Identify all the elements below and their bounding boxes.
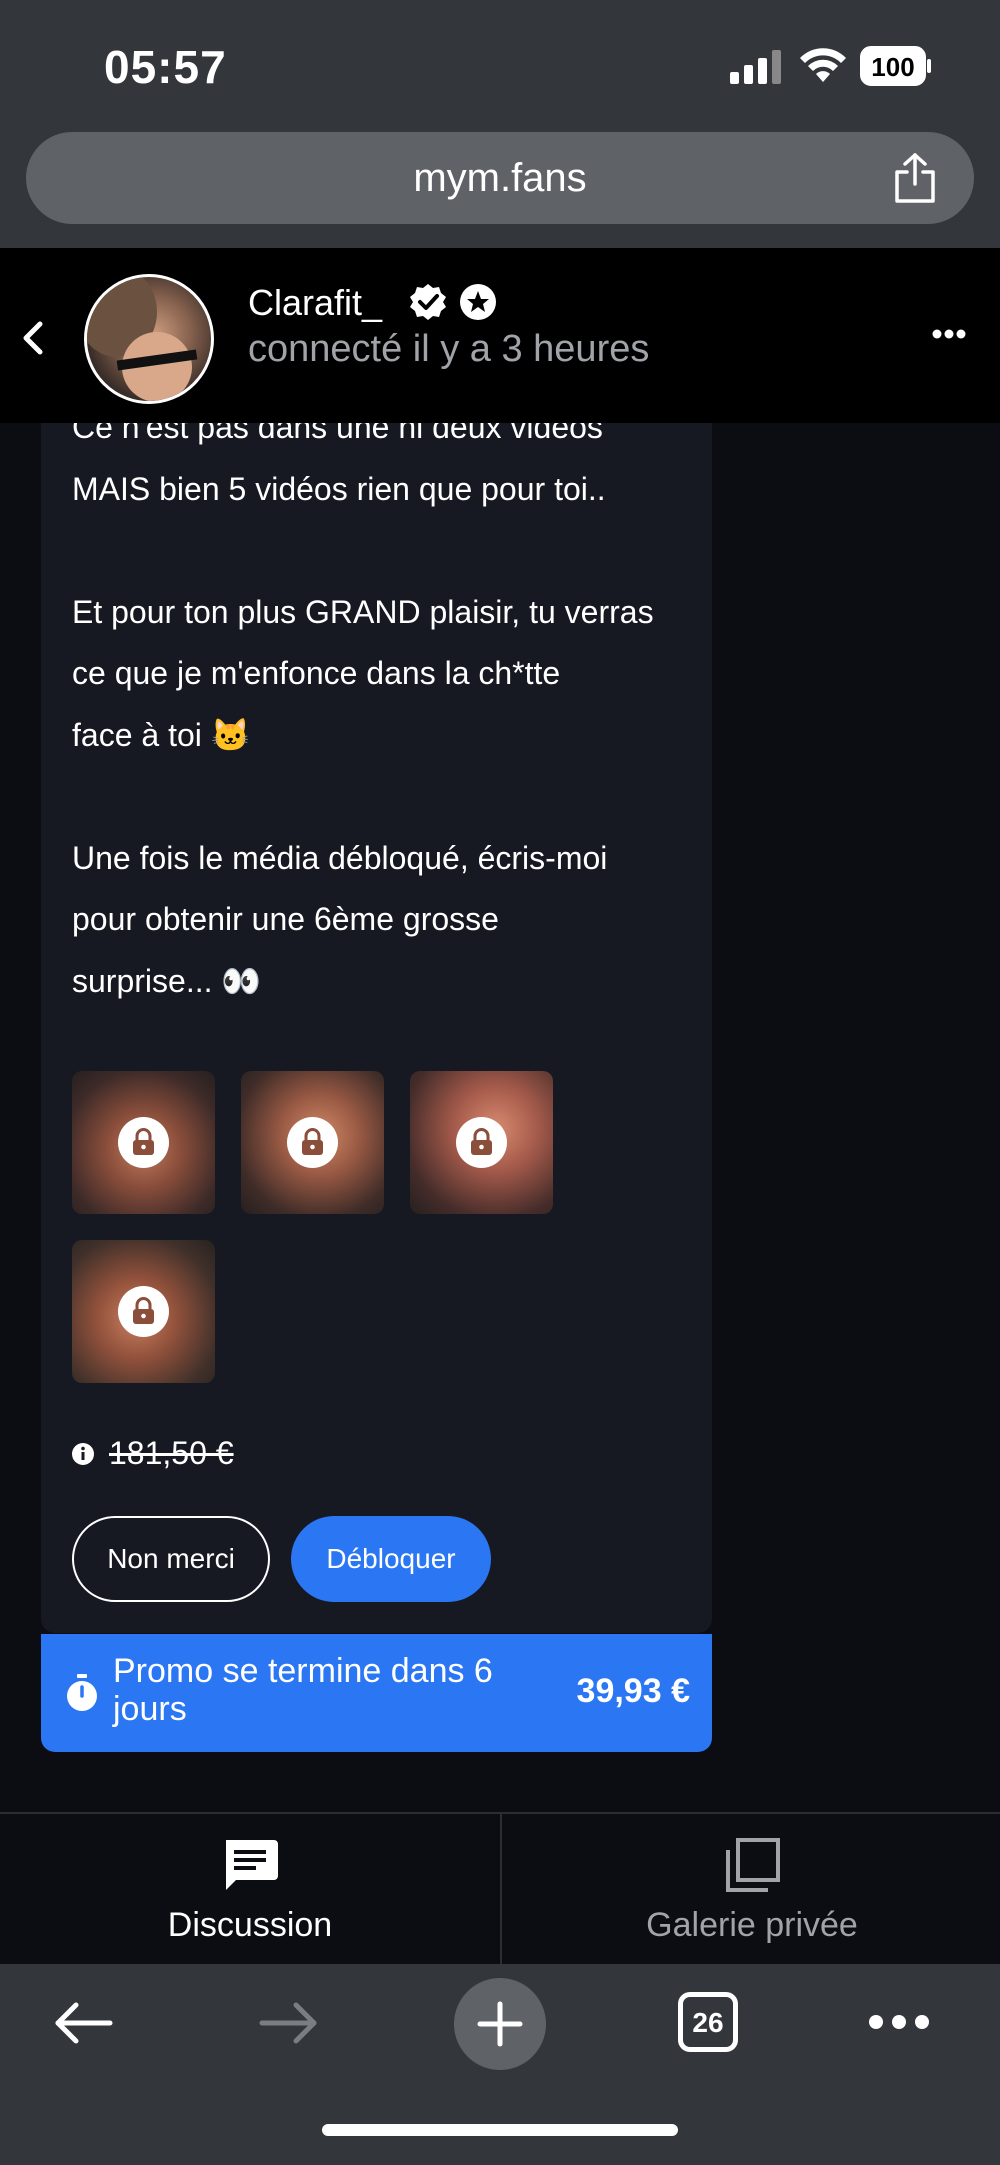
lock-icon: [456, 1117, 507, 1168]
chat-icon: [226, 1840, 278, 1890]
tab-discussion[interactable]: Discussion: [0, 1814, 500, 1966]
creator-name[interactable]: Clarafit_: [248, 282, 382, 324]
verified-badge-icon: [410, 284, 446, 320]
status-bar: 05:57 100: [0, 0, 1000, 130]
back-chevron-icon[interactable]: [18, 318, 48, 358]
new-tab-button[interactable]: [454, 1978, 546, 2070]
tab-private-gallery[interactable]: Galerie privée: [502, 1814, 1000, 1966]
locked-media-thumb[interactable]: [72, 1240, 215, 1383]
gallery-icon: [726, 1838, 780, 1892]
decline-button[interactable]: Non merci: [72, 1516, 270, 1602]
promo-text: Promo se termine dans 6 jours: [113, 1652, 493, 1728]
more-icon[interactable]: [868, 2014, 930, 2030]
forward-arrow-icon[interactable]: [258, 2000, 320, 2046]
signal-icon: [730, 50, 781, 84]
wifi-icon: [800, 48, 846, 82]
url-text[interactable]: mym.fans: [26, 156, 974, 201]
message-bubble: Ce n'est pas dans une ni deux vidéos MAI…: [41, 423, 712, 1633]
unlock-button[interactable]: Débloquer: [291, 1516, 491, 1602]
battery-level: 100: [871, 52, 915, 82]
bottom-tab-bar: Discussion Galerie privée: [0, 1812, 1000, 1966]
stopwatch-icon: [67, 1674, 97, 1711]
star-badge-icon: [460, 284, 496, 320]
back-arrow-icon[interactable]: [52, 2000, 114, 2046]
locked-media-thumb[interactable]: [241, 1071, 384, 1214]
chat-header: Clarafit_ connecté il y a 3 heures: [0, 248, 1000, 423]
locked-media-thumb[interactable]: [72, 1071, 215, 1214]
status-time: 05:57: [104, 41, 227, 93]
tab-private-gallery-label: Galerie privée: [646, 1906, 858, 1944]
promo-price: 39,93 €: [576, 1672, 690, 1710]
share-icon[interactable]: [892, 152, 938, 204]
original-price: 181,50 €: [109, 1435, 234, 1471]
tabs-icon[interactable]: 26: [678, 1992, 738, 2052]
promo-banner[interactable]: Promo se termine dans 6 jours 39,93 €: [41, 1634, 712, 1752]
more-options-icon[interactable]: [932, 328, 966, 340]
avatar[interactable]: [84, 274, 214, 404]
browser-address-area: mym.fans: [0, 130, 1000, 248]
last-seen-status: connecté il y a 3 heures: [248, 328, 650, 370]
info-icon[interactable]: [72, 1443, 94, 1465]
lock-icon: [287, 1117, 338, 1168]
new-tab-icon: [477, 2001, 523, 2047]
lock-icon: [118, 1117, 169, 1168]
address-bar[interactable]: mym.fans: [26, 132, 974, 224]
message-text: Ce n'est pas dans une ni deux vidéos MAI…: [72, 423, 654, 999]
tab-discussion-label: Discussion: [167, 1906, 333, 1944]
battery-icon: 100: [860, 46, 932, 86]
locked-media-thumb[interactable]: [410, 1071, 553, 1214]
home-indicator: [322, 2124, 678, 2136]
lock-icon: [118, 1286, 169, 1337]
